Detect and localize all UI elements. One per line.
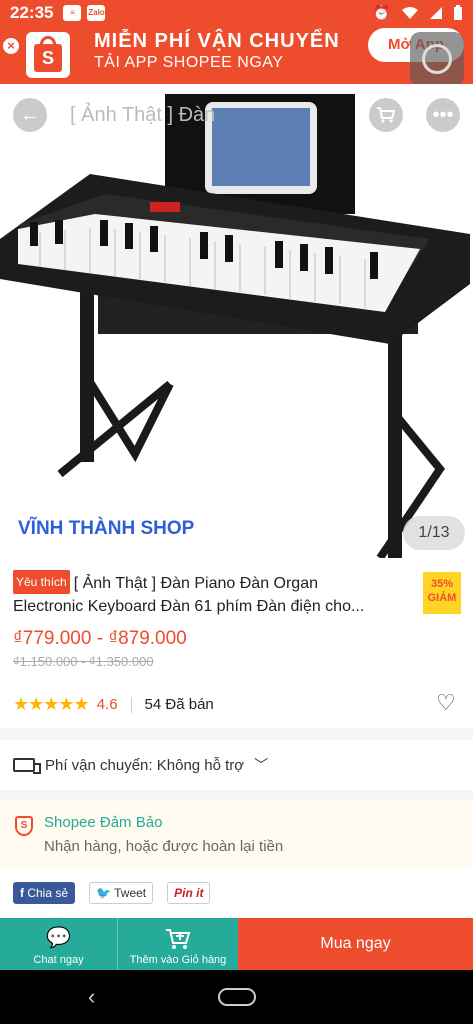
shopee-logo: S	[26, 32, 70, 78]
guarantee-title: Shopee Đảm Bảo	[44, 814, 163, 831]
tweet-button[interactable]: 🐦 Tweet	[89, 882, 154, 904]
rating-value: 4.6	[96, 696, 118, 713]
floating-assist-button[interactable]	[410, 32, 464, 86]
cart-icon[interactable]	[369, 98, 403, 132]
chat-button[interactable]: 💬 Chat ngay	[0, 918, 118, 970]
product-image	[0, 94, 470, 558]
facebook-label: Chia sẻ	[27, 886, 69, 900]
header-title: [ Ảnh Thật ] Đàn	[70, 104, 216, 126]
heart-icon[interactable]: ♡	[436, 690, 456, 716]
system-back-icon[interactable]: ‹	[88, 984, 95, 1010]
alarm-icon: ⏰	[372, 5, 391, 22]
share-row: f Chia sẻ 🐦 Tweet Pin it	[0, 868, 473, 918]
shipping-value: Không hỗ trợ	[156, 756, 245, 774]
tweet-label: Tweet	[114, 886, 147, 900]
product-info: Yêu thích[ Ảnh Thật ] Đàn Piano Đàn Orga…	[0, 558, 473, 728]
system-home-icon[interactable]	[218, 988, 256, 1006]
chat-label: Chat ngay	[33, 954, 84, 966]
close-icon[interactable]: ×	[3, 38, 19, 54]
add-cart-icon	[166, 929, 191, 949]
discount-label: GIẢM	[427, 592, 457, 604]
price-range: ₫779.000 - ₫879.000	[13, 628, 187, 649]
discount-percent: 35%	[430, 578, 454, 590]
chat-bubble-icon: 💬	[46, 927, 71, 949]
shipping-label: Phí vận chuyển:	[45, 756, 153, 774]
zalo-icon: Zalo	[87, 5, 106, 21]
title-line-2: Electronic Keyboard Đàn 61 phím Đàn điện…	[13, 598, 365, 615]
product-gallery[interactable]: ← [ Ảnh Thật ] Đàn ••• VĨNH THÀNH SHOP 1…	[0, 84, 473, 558]
app-banner[interactable]: × S MIỄN PHÍ VẬN CHUYỂN TẢI APP SHOPEE N…	[0, 26, 473, 84]
bottom-action-bar: 💬 Chat ngay Thêm vào Giỏ hàng Mua ngay	[0, 918, 473, 970]
status-icons: ⏰	[372, 4, 463, 22]
sold-count: 54 Đã bán	[144, 696, 214, 713]
shopee-guarantee[interactable]: S Shopee Đảm Bảo Nhận hàng, hoặc được ho…	[0, 800, 473, 868]
original-price: ₫1.150.000 - ₫1.350.000	[13, 654, 154, 669]
banner-subline: TẢI APP SHOPEE NGAY	[94, 54, 284, 71]
guarantee-subtitle: Nhận hàng, hoặc được hoàn lại tiền	[44, 838, 284, 855]
add-cart-label: Thêm vào Giỏ hàng	[129, 954, 227, 966]
star-rating-icon: ★★★★★	[13, 694, 90, 714]
truck-icon	[13, 758, 41, 774]
rating-row: ★★★★★ 4.6 54 Đã bán	[13, 694, 214, 715]
image-counter: 1/13	[403, 516, 465, 550]
shield-icon: S	[15, 816, 33, 836]
add-to-cart-button[interactable]: Thêm vào Giỏ hàng	[118, 918, 238, 970]
shop-watermark: VĨNH THÀNH SHOP	[18, 518, 195, 539]
clock: 22:35	[10, 3, 54, 22]
signal-icon	[430, 7, 442, 19]
divider	[130, 696, 132, 713]
title-line-1: [ Ảnh Thật ] Đàn Piano Đàn Organ	[73, 575, 318, 592]
system-nav-bar: ‹	[0, 970, 473, 1024]
pin-it-button[interactable]: Pin it	[167, 882, 211, 904]
battery-icon	[454, 5, 462, 20]
wifi-icon	[402, 7, 418, 19]
back-arrow-icon[interactable]: ←	[13, 98, 47, 132]
message-icon: ≡	[63, 5, 82, 21]
chevron-down-icon[interactable]: ﹀	[254, 755, 268, 775]
twitter-icon: 🐦	[96, 886, 111, 900]
discount-badge: 35% GIẢM	[423, 572, 461, 614]
facebook-share-button[interactable]: f Chia sẻ	[13, 882, 76, 904]
top-nav: ← [ Ảnh Thật ] Đàn •••	[0, 98, 473, 134]
shipping-row[interactable]: Phí vận chuyển: Không hỗ trợ ﹀	[0, 740, 473, 790]
facebook-icon: f	[20, 886, 24, 900]
buy-now-button[interactable]: Mua ngay	[238, 918, 473, 970]
more-options-icon[interactable]: •••	[426, 98, 460, 132]
favorite-badge: Yêu thích	[13, 570, 70, 594]
banner-headline: MIỄN PHÍ VẬN CHUYỂN	[94, 30, 340, 52]
product-title: Yêu thích[ Ảnh Thật ] Đàn Piano Đàn Orga…	[13, 570, 413, 618]
status-bar: 22:35 ≡ Zalo ⏰	[0, 0, 473, 26]
